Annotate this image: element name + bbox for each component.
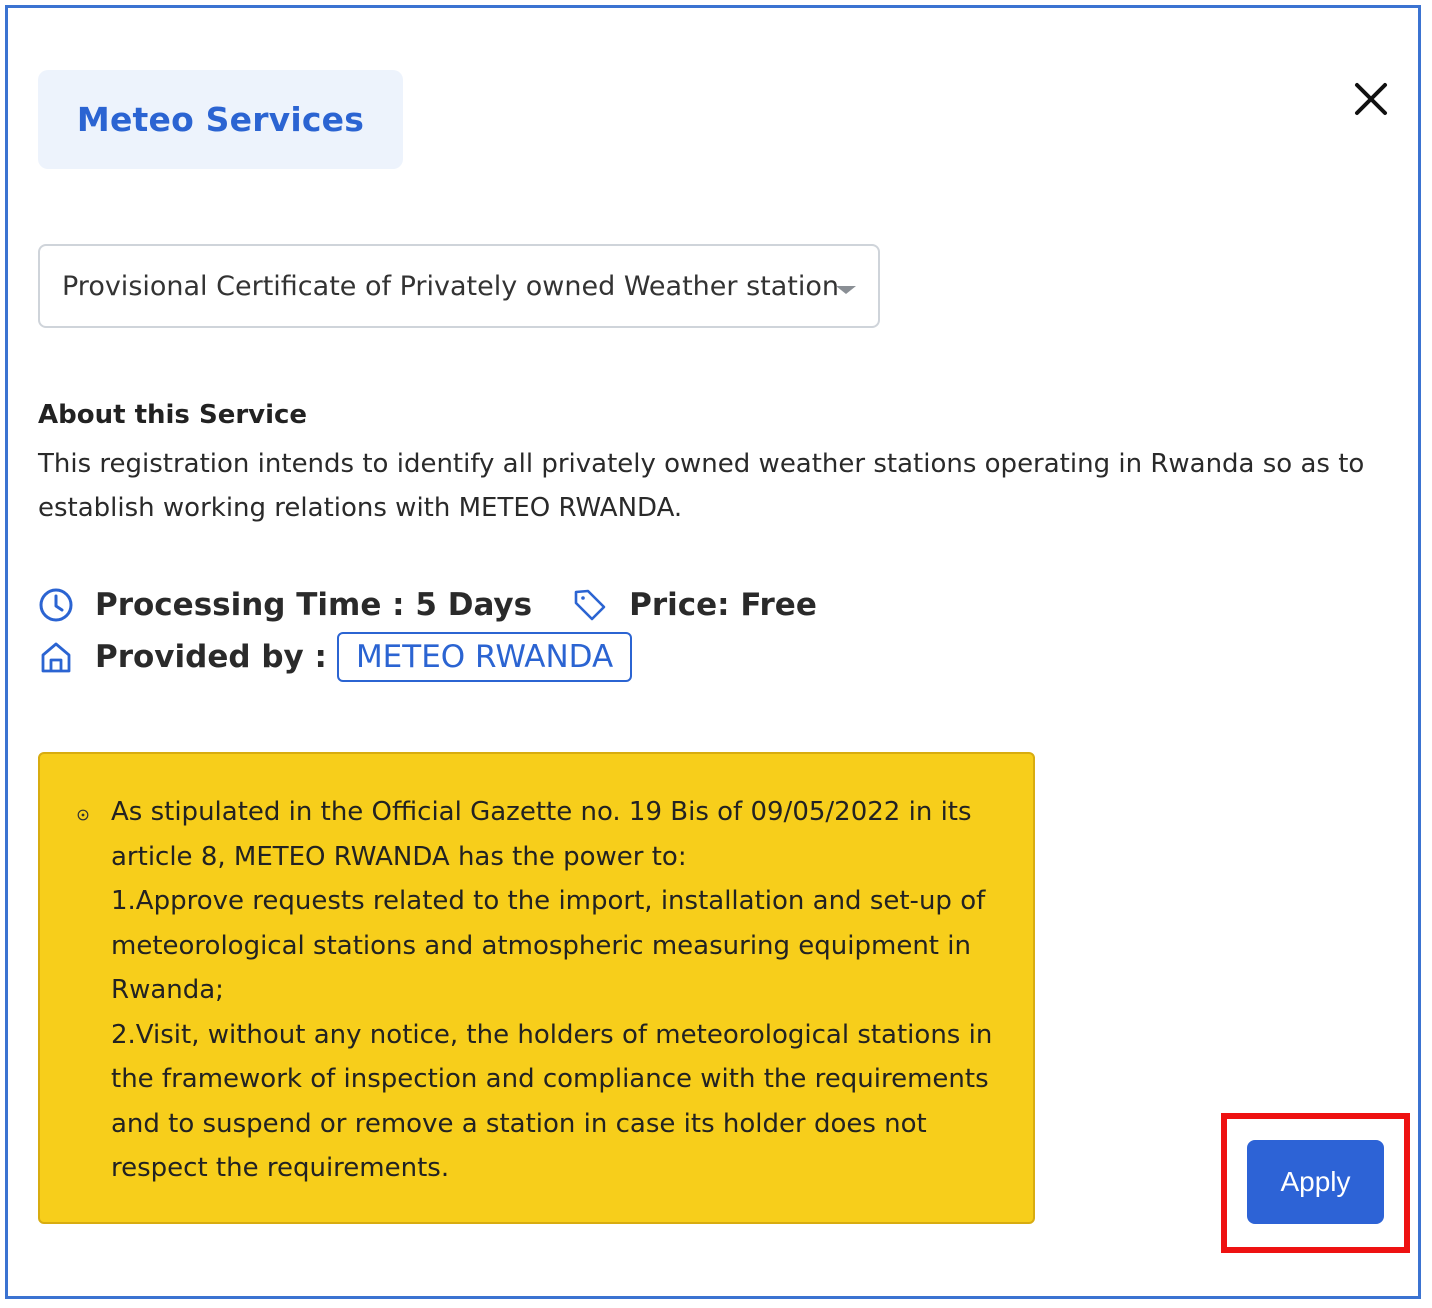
notice-box: As stipulated in the Official Gazette no… <box>38 752 1035 1224</box>
notice-line: 1.Approve requests related to the import… <box>111 886 986 1005</box>
service-category-label: Meteo Services <box>76 100 365 139</box>
processing-time: Processing Time : 5 Days <box>95 587 533 623</box>
tag-icon <box>572 587 608 623</box>
service-category-chip: Meteo Services <box>38 70 403 169</box>
provider-row: Provided by : METEO RWANDA <box>38 632 633 682</box>
info-circle-icon <box>77 809 89 821</box>
service-select[interactable]: Provisional Certificate of Privately own… <box>38 244 880 328</box>
price: Price: Free <box>629 587 817 623</box>
apply-button[interactable]: Apply <box>1247 1140 1384 1224</box>
close-icon <box>1348 76 1394 122</box>
notice-text: As stipulated in the Official Gazette no… <box>111 790 1011 1191</box>
notice-line: As stipulated in the Official Gazette no… <box>111 797 972 872</box>
service-select-value: Provisional Certificate of Privately own… <box>62 270 840 302</box>
about-title: About this Service <box>38 400 308 430</box>
clock-icon <box>38 587 74 623</box>
processing-price-row: Processing Time : 5 Days Price: Free <box>38 583 817 627</box>
home-icon <box>38 639 74 675</box>
close-button[interactable] <box>1348 76 1394 122</box>
about-description: This registration intends to identify al… <box>38 449 1365 523</box>
provider-link[interactable]: METEO RWANDA <box>336 632 633 682</box>
caret-down-icon <box>836 286 856 294</box>
provided-by-label: Provided by : <box>95 639 327 675</box>
notice-line: 2.Visit, without any notice, the holders… <box>111 1019 993 1184</box>
